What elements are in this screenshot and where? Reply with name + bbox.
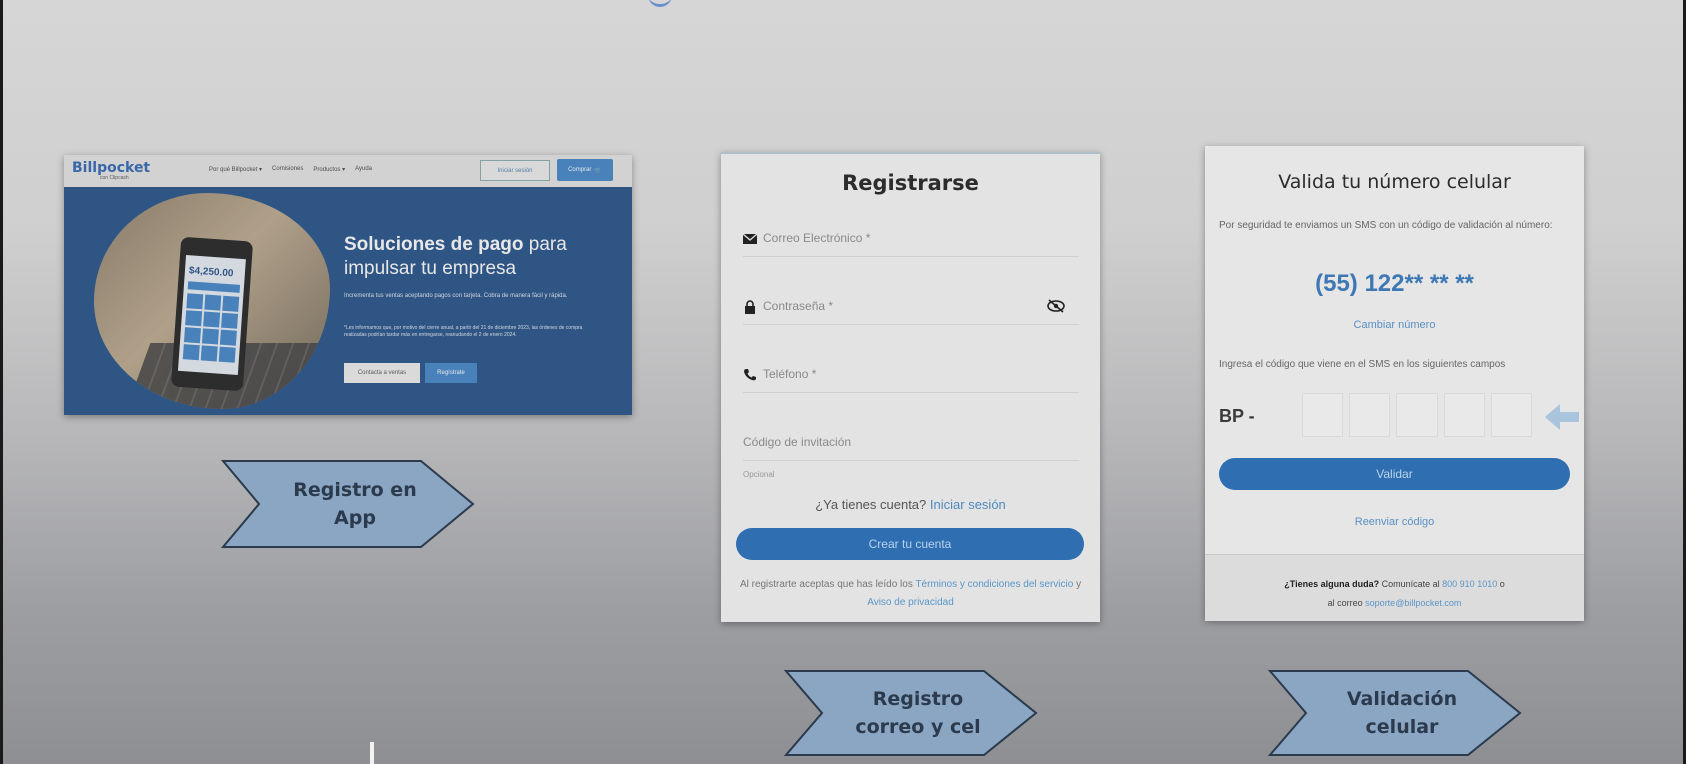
- left-edge: [0, 0, 3, 764]
- invite-hint: Opcional: [743, 470, 775, 479]
- eye-off-icon[interactable]: [1047, 299, 1065, 313]
- phone-field[interactable]: Teléfono *: [743, 362, 1079, 393]
- step-arrow-validation: Validación celular: [1268, 669, 1522, 757]
- password-field[interactable]: Contraseña *: [743, 294, 1079, 325]
- register-form-screenshot: Registrarse Correo Electrónico * Contras…: [721, 152, 1100, 622]
- step2-line2: correo y cel: [855, 716, 981, 738]
- step1-line1: Registro en: [293, 478, 417, 501]
- validate-button[interactable]: Validar: [1219, 458, 1570, 490]
- step2-line1: Registro: [872, 687, 964, 710]
- login-link[interactable]: Iniciar sesión: [930, 497, 1006, 512]
- phone-icon: [744, 369, 756, 381]
- sms-info-text: Por seguridad te enviamos un SMS con un …: [1219, 220, 1553, 231]
- lock-icon: [745, 300, 755, 314]
- terms-link[interactable]: Términos y condiciones del servicio: [915, 579, 1073, 590]
- mail-icon: [743, 233, 757, 244]
- code-digit-input[interactable]: [1302, 393, 1344, 437]
- email-field[interactable]: Correo Electrónico *: [743, 226, 1079, 257]
- privacy-link[interactable]: Aviso de privacidad: [867, 597, 954, 608]
- create-account-button[interactable]: Crear tu cuenta: [736, 528, 1084, 560]
- email-placeholder: Correo Electrónico *: [763, 231, 871, 245]
- step3-line2: celular: [1365, 716, 1439, 738]
- password-placeholder: Contraseña *: [763, 299, 834, 313]
- step-arrow-email-phone: Registro correo y cel: [784, 669, 1038, 757]
- help-mail-link[interactable]: soporte@billpocket.com: [1365, 598, 1461, 608]
- app-landing-screenshot: Billpocket con Clipcash Por qué Billpock…: [64, 155, 632, 415]
- top-arc-decoration: [648, 0, 672, 7]
- invite-placeholder: Código de invitación: [743, 435, 852, 449]
- step3-line1: Validación: [1346, 687, 1458, 710]
- code-digit-input[interactable]: [1349, 393, 1391, 437]
- phone-placeholder: Teléfono *: [763, 367, 817, 381]
- step-arrow-app: Registro en App: [221, 459, 475, 549]
- code-input-boxes: [1302, 393, 1533, 437]
- step1-line2: App: [334, 507, 376, 529]
- register-title: Registrarse: [842, 171, 979, 195]
- terms-text: Al registrarte aceptas que has leído los…: [739, 579, 1082, 608]
- resend-code-link[interactable]: Reenviar código: [1205, 516, 1584, 528]
- change-number-link[interactable]: Cambiar número: [1205, 319, 1584, 331]
- help-text: ¿Tienes alguna duda? Comunícate al 800 9…: [1284, 579, 1505, 608]
- have-account-text: ¿Ya tienes cuenta? Iniciar sesión: [815, 497, 1006, 512]
- code-digit-input[interactable]: [1443, 393, 1485, 437]
- code-digit-input[interactable]: [1396, 393, 1438, 437]
- arrow-left-icon: [1545, 404, 1579, 430]
- validate-phone-screenshot: Valida tu número celular Por seguridad t…: [1205, 146, 1584, 621]
- help-phone-link[interactable]: 800 910 1010: [1442, 579, 1497, 589]
- code-instructions: Ingresa el código que viene en el SMS en…: [1219, 359, 1506, 370]
- invite-code-field[interactable]: Código de invitación: [743, 430, 1079, 461]
- code-prefix: BP -: [1219, 406, 1255, 426]
- text-cursor: [370, 742, 374, 764]
- help-footer: ¿Tienes alguna duda? Comunícate al 800 9…: [1205, 554, 1584, 621]
- masked-phone-number: (55) 122** ** **: [1315, 270, 1474, 297]
- validate-title: Valida tu número celular: [1278, 171, 1511, 193]
- code-digit-input[interactable]: [1490, 393, 1533, 437]
